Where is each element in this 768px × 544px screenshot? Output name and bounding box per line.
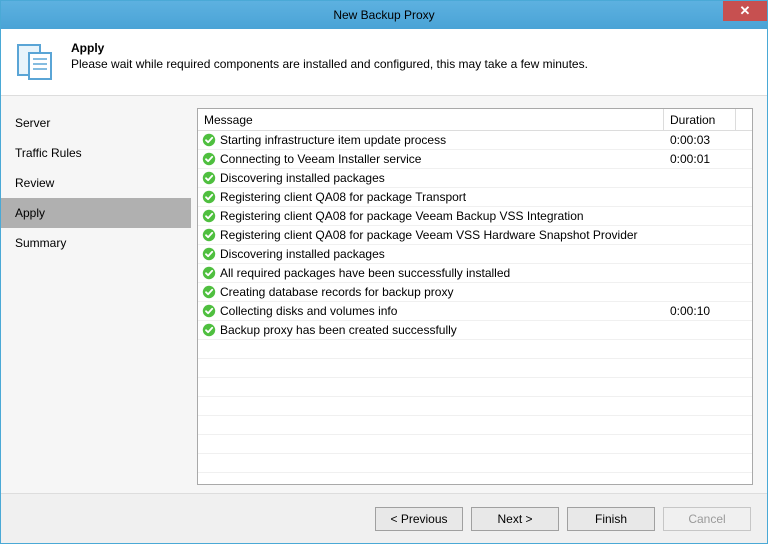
cell-message: Registering client QA08 for package Veea…	[198, 209, 664, 223]
message-text: Registering client QA08 for package Tran…	[220, 190, 466, 204]
sidebar-item-label: Review	[15, 176, 54, 190]
page-description: Please wait while required components ar…	[71, 57, 588, 71]
grid-row-empty	[198, 397, 752, 416]
grid-row[interactable]: Starting infrastructure item update proc…	[198, 131, 752, 150]
grid-row[interactable]: Registering client QA08 for package Veea…	[198, 207, 752, 226]
wizard-sidebar: Server Traffic Rules Review Apply Summary	[1, 96, 191, 493]
grid-row[interactable]: Creating database records for backup pro…	[198, 283, 752, 302]
cell-message: Discovering installed packages	[198, 247, 664, 261]
dialog-footer: < Previous Next > Finish Cancel	[1, 493, 767, 543]
cell-message: Registering client QA08 for package Veea…	[198, 228, 664, 242]
check-icon	[202, 152, 216, 166]
grid-row-empty	[198, 359, 752, 378]
previous-button[interactable]: < Previous	[375, 507, 463, 531]
sidebar-item-review[interactable]: Review	[1, 168, 191, 198]
next-button[interactable]: Next >	[471, 507, 559, 531]
message-text: All required packages have been successf…	[220, 266, 510, 280]
grid-row[interactable]: Discovering installed packages	[198, 245, 752, 264]
dialog-body: Server Traffic Rules Review Apply Summary Me…	[1, 96, 767, 493]
main-panel: Message Duration Starting infrastructure…	[191, 96, 767, 493]
grid-row-empty	[198, 340, 752, 359]
sidebar-item-traffic-rules[interactable]: Traffic Rules	[1, 138, 191, 168]
sidebar-item-server[interactable]: Server	[1, 108, 191, 138]
proxy-icon	[15, 39, 59, 83]
message-text: Discovering installed packages	[220, 171, 385, 185]
message-text: Registering client QA08 for package Veea…	[220, 209, 584, 223]
grid-header: Message Duration	[198, 109, 752, 131]
message-text: Discovering installed packages	[220, 247, 385, 261]
grid-row[interactable]: Collecting disks and volumes info 0:00:10	[198, 302, 752, 321]
col-header-message[interactable]: Message	[198, 109, 664, 130]
cell-message: Discovering installed packages	[198, 171, 664, 185]
check-icon	[202, 228, 216, 242]
message-text: Creating database records for backup pro…	[220, 285, 453, 299]
grid-row[interactable]: Discovering installed packages	[198, 169, 752, 188]
check-icon	[202, 133, 216, 147]
close-button[interactable]: ✕	[723, 1, 767, 21]
cell-message: Backup proxy has been created successful…	[198, 323, 664, 337]
grid-row-empty	[198, 454, 752, 473]
close-icon: ✕	[740, 3, 751, 19]
grid-row[interactable]: Registering client QA08 for package Veea…	[198, 226, 752, 245]
cell-message: Creating database records for backup pro…	[198, 285, 664, 299]
grid-row[interactable]: Backup proxy has been created successful…	[198, 321, 752, 340]
dialog-window: New Backup Proxy ✕ Apply Please wait whi…	[0, 0, 768, 544]
sidebar-item-label: Traffic Rules	[15, 146, 82, 160]
sidebar-item-label: Apply	[15, 206, 45, 220]
check-icon	[202, 323, 216, 337]
message-text: Collecting disks and volumes info	[220, 304, 397, 318]
check-icon	[202, 171, 216, 185]
grid-row-empty	[198, 435, 752, 454]
cell-message: All required packages have been successf…	[198, 266, 664, 280]
grid-row-empty	[198, 416, 752, 435]
grid-body: Starting infrastructure item update proc…	[198, 131, 752, 473]
message-text: Registering client QA08 for package Veea…	[220, 228, 638, 242]
check-icon	[202, 209, 216, 223]
grid-row[interactable]: Connecting to Veeam Installer service 0:0…	[198, 150, 752, 169]
page-title: Apply	[71, 41, 588, 55]
cell-message: Connecting to Veeam Installer service	[198, 152, 664, 166]
check-icon	[202, 304, 216, 318]
sidebar-item-apply[interactable]: Apply	[1, 198, 191, 228]
grid-row[interactable]: All required packages have been successf…	[198, 264, 752, 283]
cell-message: Collecting disks and volumes info	[198, 304, 664, 318]
check-icon	[202, 190, 216, 204]
dialog-header: Apply Please wait while required compone…	[1, 29, 767, 96]
cell-message: Registering client QA08 for package Tran…	[198, 190, 664, 204]
cell-duration: 0:00:01	[664, 152, 736, 166]
check-icon	[202, 266, 216, 280]
cell-duration: 0:00:03	[664, 133, 736, 147]
finish-button[interactable]: Finish	[567, 507, 655, 531]
col-header-duration[interactable]: Duration	[664, 109, 736, 130]
message-text: Starting infrastructure item update proc…	[220, 133, 446, 147]
cancel-button: Cancel	[663, 507, 751, 531]
header-text: Apply Please wait while required compone…	[71, 39, 588, 83]
cell-message: Starting infrastructure item update proc…	[198, 133, 664, 147]
grid-row[interactable]: Registering client QA08 for package Tran…	[198, 188, 752, 207]
sidebar-item-label: Summary	[15, 236, 66, 250]
check-icon	[202, 285, 216, 299]
window-title: New Backup Proxy	[333, 8, 434, 22]
titlebar: New Backup Proxy ✕	[1, 1, 767, 29]
message-text: Backup proxy has been created successful…	[220, 323, 457, 337]
sidebar-item-summary[interactable]: Summary	[1, 228, 191, 258]
progress-grid: Message Duration Starting infrastructure…	[197, 108, 753, 485]
grid-row-empty	[198, 378, 752, 397]
check-icon	[202, 247, 216, 261]
sidebar-item-label: Server	[15, 116, 50, 130]
cell-duration: 0:00:10	[664, 304, 736, 318]
message-text: Connecting to Veeam Installer service	[220, 152, 421, 166]
